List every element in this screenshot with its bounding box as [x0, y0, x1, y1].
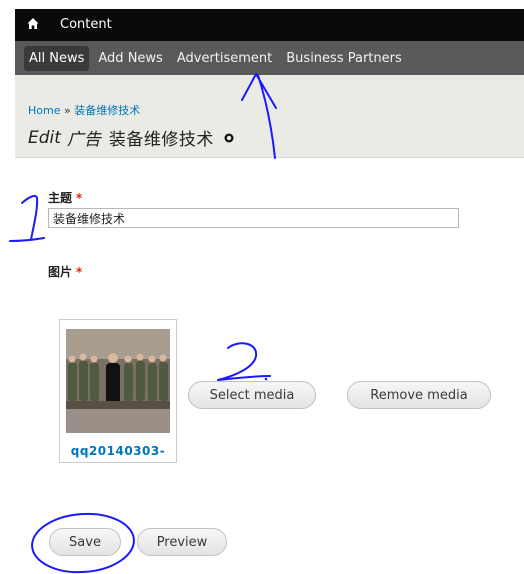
page-header: Home » 装备维修技术 Edit 广告 装备维修技术 [15, 75, 524, 158]
select-media-button[interactable]: Select media [188, 381, 316, 409]
annotation-dot [264, 377, 268, 381]
page-title-type: 广告 [66, 130, 101, 150]
preview-button[interactable]: Preview [137, 528, 227, 556]
media-thumbnail-image[interactable] [66, 329, 170, 433]
secondary-tabs: All News Add News Advertisement Business… [15, 41, 524, 75]
annotation-mark-2 [217, 342, 271, 381]
remove-media-button[interactable]: Remove media [347, 381, 491, 409]
breadcrumb-current[interactable]: 装备维修技术 [74, 104, 140, 117]
tab-all-news[interactable]: All News [24, 45, 90, 71]
tab-business-partners[interactable]: Business Partners [281, 46, 406, 71]
required-marker: * [76, 191, 83, 205]
page-title: Edit 广告 装备维修技术 [28, 125, 234, 150]
breadcrumb-home[interactable]: Home [28, 104, 60, 117]
breadcrumb: Home » 装备维修技术 [28, 102, 140, 118]
tab-advertisement[interactable]: Advertisement [172, 46, 277, 71]
page-title-text: 装备维修技术 [108, 130, 214, 150]
home-icon[interactable] [27, 17, 39, 31]
breadcrumb-separator: » [63, 104, 71, 117]
plus-circle-icon[interactable] [224, 133, 234, 143]
save-button[interactable]: Save [49, 528, 121, 556]
toolbar-content-link[interactable]: Content [60, 17, 112, 32]
admin-toolbar: Content [15, 9, 524, 41]
media-preview: qq20140303- [59, 319, 177, 463]
tab-add-news[interactable]: Add News [93, 46, 167, 71]
image-field-label: 图片 * [48, 263, 82, 280]
title-label-text: 主题 [48, 191, 73, 205]
media-filename-link[interactable]: qq20140303- [60, 444, 176, 458]
image-label-text: 图片 [48, 265, 73, 279]
title-field-label: 主题 * [48, 189, 82, 206]
required-marker: * [76, 265, 83, 279]
title-input[interactable] [48, 208, 459, 228]
page-title-edit: Edit [28, 127, 61, 148]
annotation-mark-1 [9, 194, 45, 242]
